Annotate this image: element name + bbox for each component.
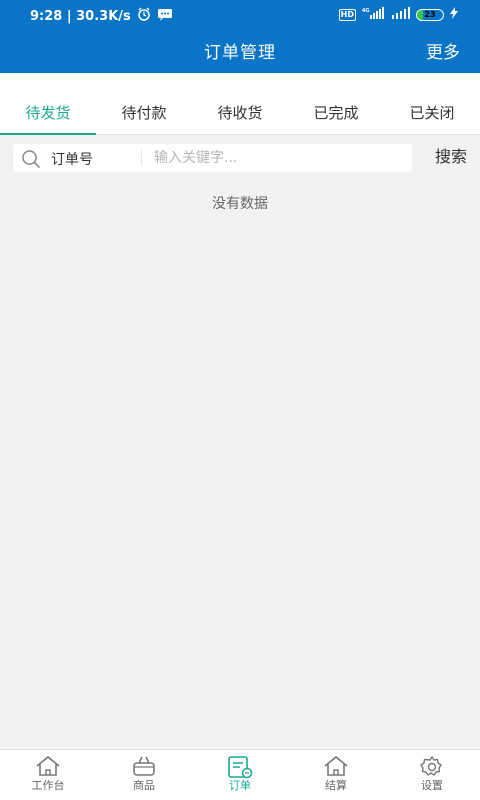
page-title: 订单管理 <box>204 43 276 63</box>
nav-label: 商品 <box>133 779 155 792</box>
tab-completed[interactable]: 已完成 <box>288 93 384 134</box>
status-bar: 9:28 | 30.3K/s HD 4G 23 <box>0 0 480 30</box>
battery-fill <box>417 10 423 20</box>
basket-icon <box>96 755 192 779</box>
signal-icon <box>392 7 410 23</box>
more-button[interactable]: 更多 <box>426 38 460 63</box>
empty-state-text: 没有数据 <box>212 196 268 212</box>
status-time-speed: 9:28 | 30.3K/s <box>30 8 131 24</box>
status-left: 9:28 | 30.3K/s <box>30 7 173 25</box>
nav-label: 订单 <box>229 779 251 792</box>
search-field-select[interactable]: 订单号 <box>51 149 93 169</box>
alarm-icon <box>137 7 151 25</box>
bottom-nav: 工作台 商品 订单 结算 设置 <box>0 749 480 800</box>
home-icon <box>0 755 96 779</box>
search-divider <box>141 150 142 166</box>
title-bar: 订单管理 更多 <box>0 30 480 73</box>
charging-icon <box>450 7 458 23</box>
app-header: 9:28 | 30.3K/s HD 4G 23 订单管理 更多 <box>0 0 480 73</box>
battery-icon: 23 <box>416 9 444 21</box>
house-icon <box>288 755 384 779</box>
order-icon <box>192 755 288 779</box>
tab-closed[interactable]: 已关闭 <box>384 93 480 134</box>
gear-icon <box>384 755 480 779</box>
tab-pending-receipt[interactable]: 待收货 <box>192 93 288 134</box>
nav-item-workbench[interactable]: 工作台 <box>0 750 96 800</box>
message-icon <box>157 8 173 25</box>
tab-pending-payment[interactable]: 待付款 <box>96 93 192 134</box>
nav-label: 工作台 <box>31 779 65 792</box>
nav-item-settlement[interactable]: 结算 <box>288 750 384 800</box>
search-icon <box>21 149 41 173</box>
header-spacer <box>0 73 480 93</box>
hd-badge: HD <box>338 9 356 21</box>
nav-label: 结算 <box>325 779 347 792</box>
nav-item-orders[interactable]: 订单 <box>192 750 288 800</box>
search-input[interactable] <box>154 146 404 170</box>
status-right: HD 4G 23 <box>338 7 458 23</box>
tab-pending-shipment[interactable]: 待发货 <box>0 93 96 135</box>
search-box: 订单号 <box>13 144 412 172</box>
nav-item-products[interactable]: 商品 <box>96 750 192 800</box>
signal-4g-icon: 4G <box>362 7 386 23</box>
nav-label: 设置 <box>421 779 443 792</box>
battery-level: 23 <box>424 10 436 19</box>
signal-label: 4G <box>362 8 370 14</box>
nav-item-settings[interactable]: 设置 <box>384 750 480 800</box>
order-status-tabs: 待发货 待付款 待收货 已完成 已关闭 <box>0 93 480 135</box>
search-row: 订单号 搜索 <box>0 136 480 180</box>
search-button[interactable]: 搜索 <box>435 143 467 167</box>
